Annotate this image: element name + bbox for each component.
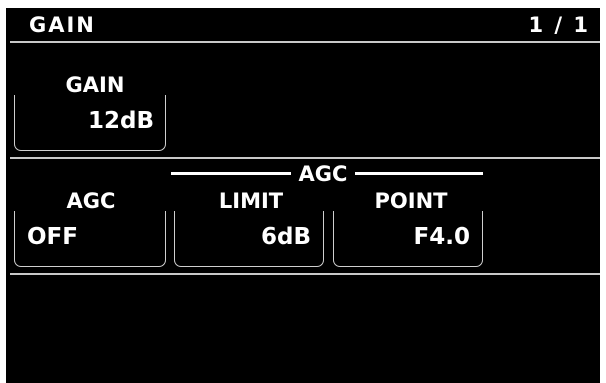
limit-value-field[interactable]: 6dB bbox=[174, 211, 324, 267]
limit-value: 6dB bbox=[261, 224, 311, 250]
bottom-divider bbox=[10, 273, 600, 275]
agc-value-field[interactable]: OFF bbox=[14, 211, 166, 267]
limit-label: LIMIT bbox=[218, 189, 284, 213]
gain-menu-screen: GAIN 1 / 1 GAIN 12dB AGC AGC OFF LIMIT 6… bbox=[6, 8, 600, 383]
gain-value: 12dB bbox=[87, 108, 154, 134]
point-value: F4.0 bbox=[413, 224, 470, 250]
point-value-field[interactable]: F4.0 bbox=[333, 211, 483, 267]
gain-label: GAIN bbox=[65, 73, 125, 97]
gain-value-field[interactable]: 12dB bbox=[14, 95, 166, 151]
header-divider bbox=[10, 41, 600, 43]
agc-label: AGC bbox=[66, 189, 116, 213]
menu-title: GAIN bbox=[29, 13, 96, 37]
point-label: POINT bbox=[374, 189, 448, 213]
agc-group-line-left bbox=[171, 172, 291, 175]
agc-group-label: AGC bbox=[298, 162, 348, 186]
section-divider bbox=[10, 157, 600, 159]
page-indicator: 1 / 1 bbox=[528, 13, 590, 37]
agc-group-line-right bbox=[355, 172, 483, 175]
agc-value: OFF bbox=[27, 224, 78, 250]
